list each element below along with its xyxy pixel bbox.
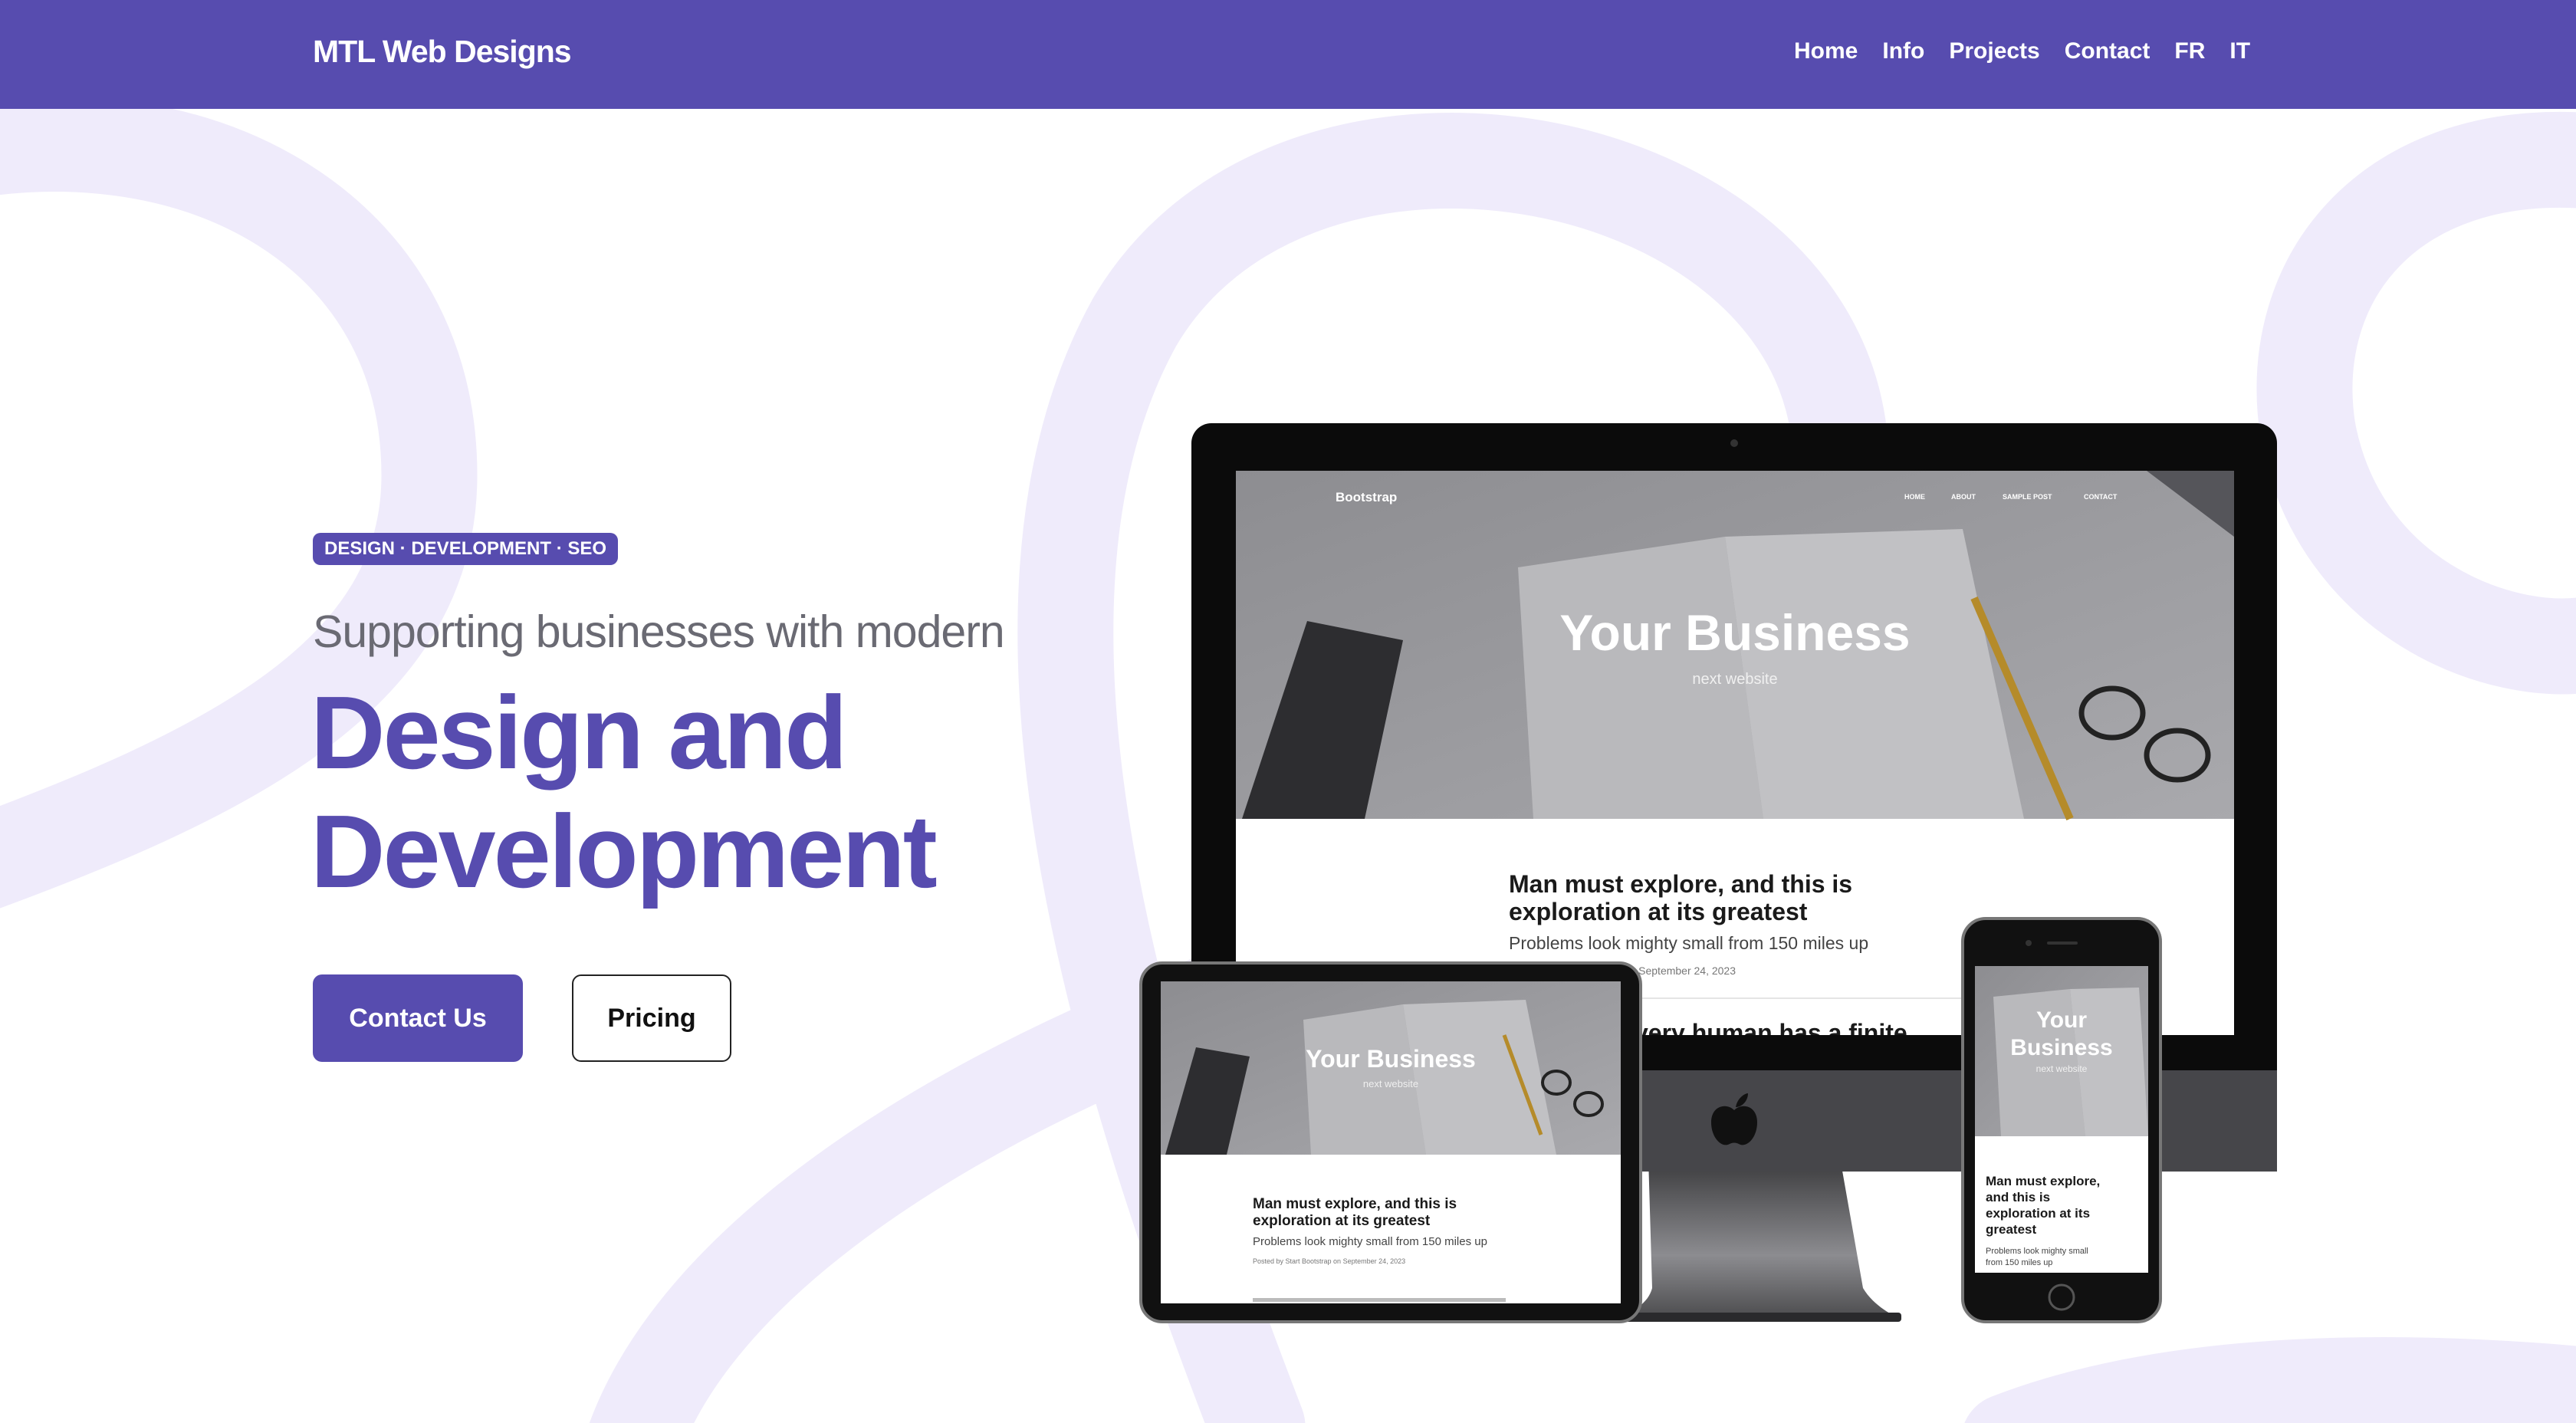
nav-link-lang-it[interactable]: IT <box>2229 38 2250 64</box>
pricing-button[interactable]: Pricing <box>572 974 731 1062</box>
nav-link-lang-fr[interactable]: FR <box>2174 38 2205 64</box>
nav-link-projects[interactable]: Projects <box>1949 38 2039 64</box>
contact-us-button[interactable]: Contact Us <box>313 974 523 1062</box>
top-navbar: MTL Web Designs Home Info Projects Conta… <box>0 0 2576 109</box>
headline-line-2: Development <box>310 794 938 909</box>
brand-logo[interactable]: MTL Web Designs <box>313 34 572 70</box>
nav-link-contact[interactable]: Contact <box>2065 38 2150 64</box>
hero-headline: Design and Development <box>310 673 938 911</box>
headline-line-1: Design and <box>310 675 848 790</box>
nav-links: Home Info Projects Contact FR IT <box>1794 38 2250 64</box>
hero-subheading: Supporting businesses with modern <box>313 606 1005 657</box>
nav-link-home[interactable]: Home <box>1794 38 1858 64</box>
nav-link-info[interactable]: Info <box>1882 38 1924 64</box>
services-badge: DESIGN · DEVELOPMENT · SEO <box>313 533 619 565</box>
